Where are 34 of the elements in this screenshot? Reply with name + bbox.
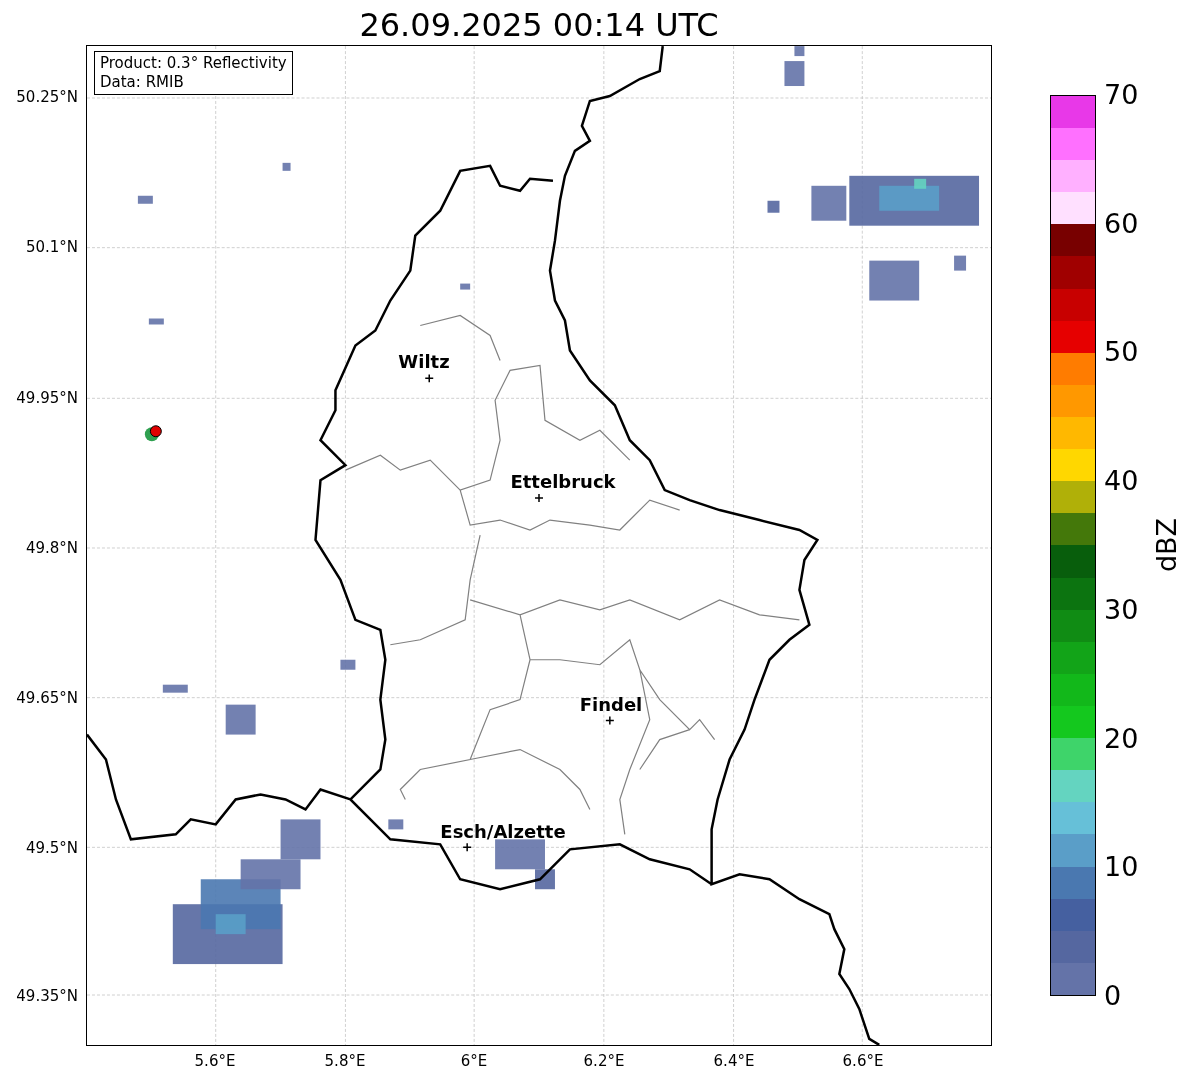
y-tick-label: 49.5°N (24, 839, 78, 857)
city-label: Wiltz (398, 352, 450, 372)
x-tick-label: 6.6°E (841, 1052, 885, 1070)
y-tick-label: 49.8°N (24, 539, 78, 557)
info-text: Data: RMIB (100, 73, 185, 92)
colorbar-tick-label: 70 (1104, 80, 1139, 110)
radar-site-marker (144, 425, 162, 442)
colorbar-tick-label: 40 (1104, 466, 1139, 497)
city-marker-icon (424, 373, 434, 384)
y-tick-label: 50.1°N (24, 238, 78, 256)
city-label: Esch/Alzette (440, 822, 566, 842)
city-label: Ettelbruck (510, 472, 616, 492)
y-tick-label: 50.25°N (15, 88, 78, 106)
y-tick-label: 49.65°N (15, 689, 78, 707)
y-tick-label: 49.95°N (15, 389, 78, 407)
x-tick-label: 5.8°E (323, 1052, 367, 1070)
city-marker-icon (605, 715, 615, 726)
colorbar-tick-label: 0 (1104, 981, 1122, 1011)
chart-title: 26.09.2025 00:14 UTC (358, 6, 720, 44)
x-tick-label: 6.2°E (582, 1052, 626, 1070)
colorbar-axis-label: dBZ (1152, 517, 1183, 573)
x-tick-label: 5.6°E (193, 1052, 237, 1070)
colorbar-tick-label: 60 (1104, 208, 1139, 239)
info-text: Product: 0.3° Reflectivity (100, 54, 287, 73)
colorbar-tick-label: 20 (1104, 723, 1139, 754)
city-marker-icon (534, 493, 544, 503)
x-tick-label: 6.4°E (712, 1052, 756, 1070)
x-tick-label: 6°E (459, 1052, 489, 1070)
colorbar-tick-label: 50 (1104, 337, 1139, 368)
city-marker-icon (462, 842, 472, 853)
y-tick-label: 49.35°N (15, 987, 78, 1005)
colorbar-tick-label: 10 (1104, 852, 1139, 883)
city-label: Findel (579, 695, 643, 715)
colorbar-tick-label: 30 (1104, 594, 1139, 625)
